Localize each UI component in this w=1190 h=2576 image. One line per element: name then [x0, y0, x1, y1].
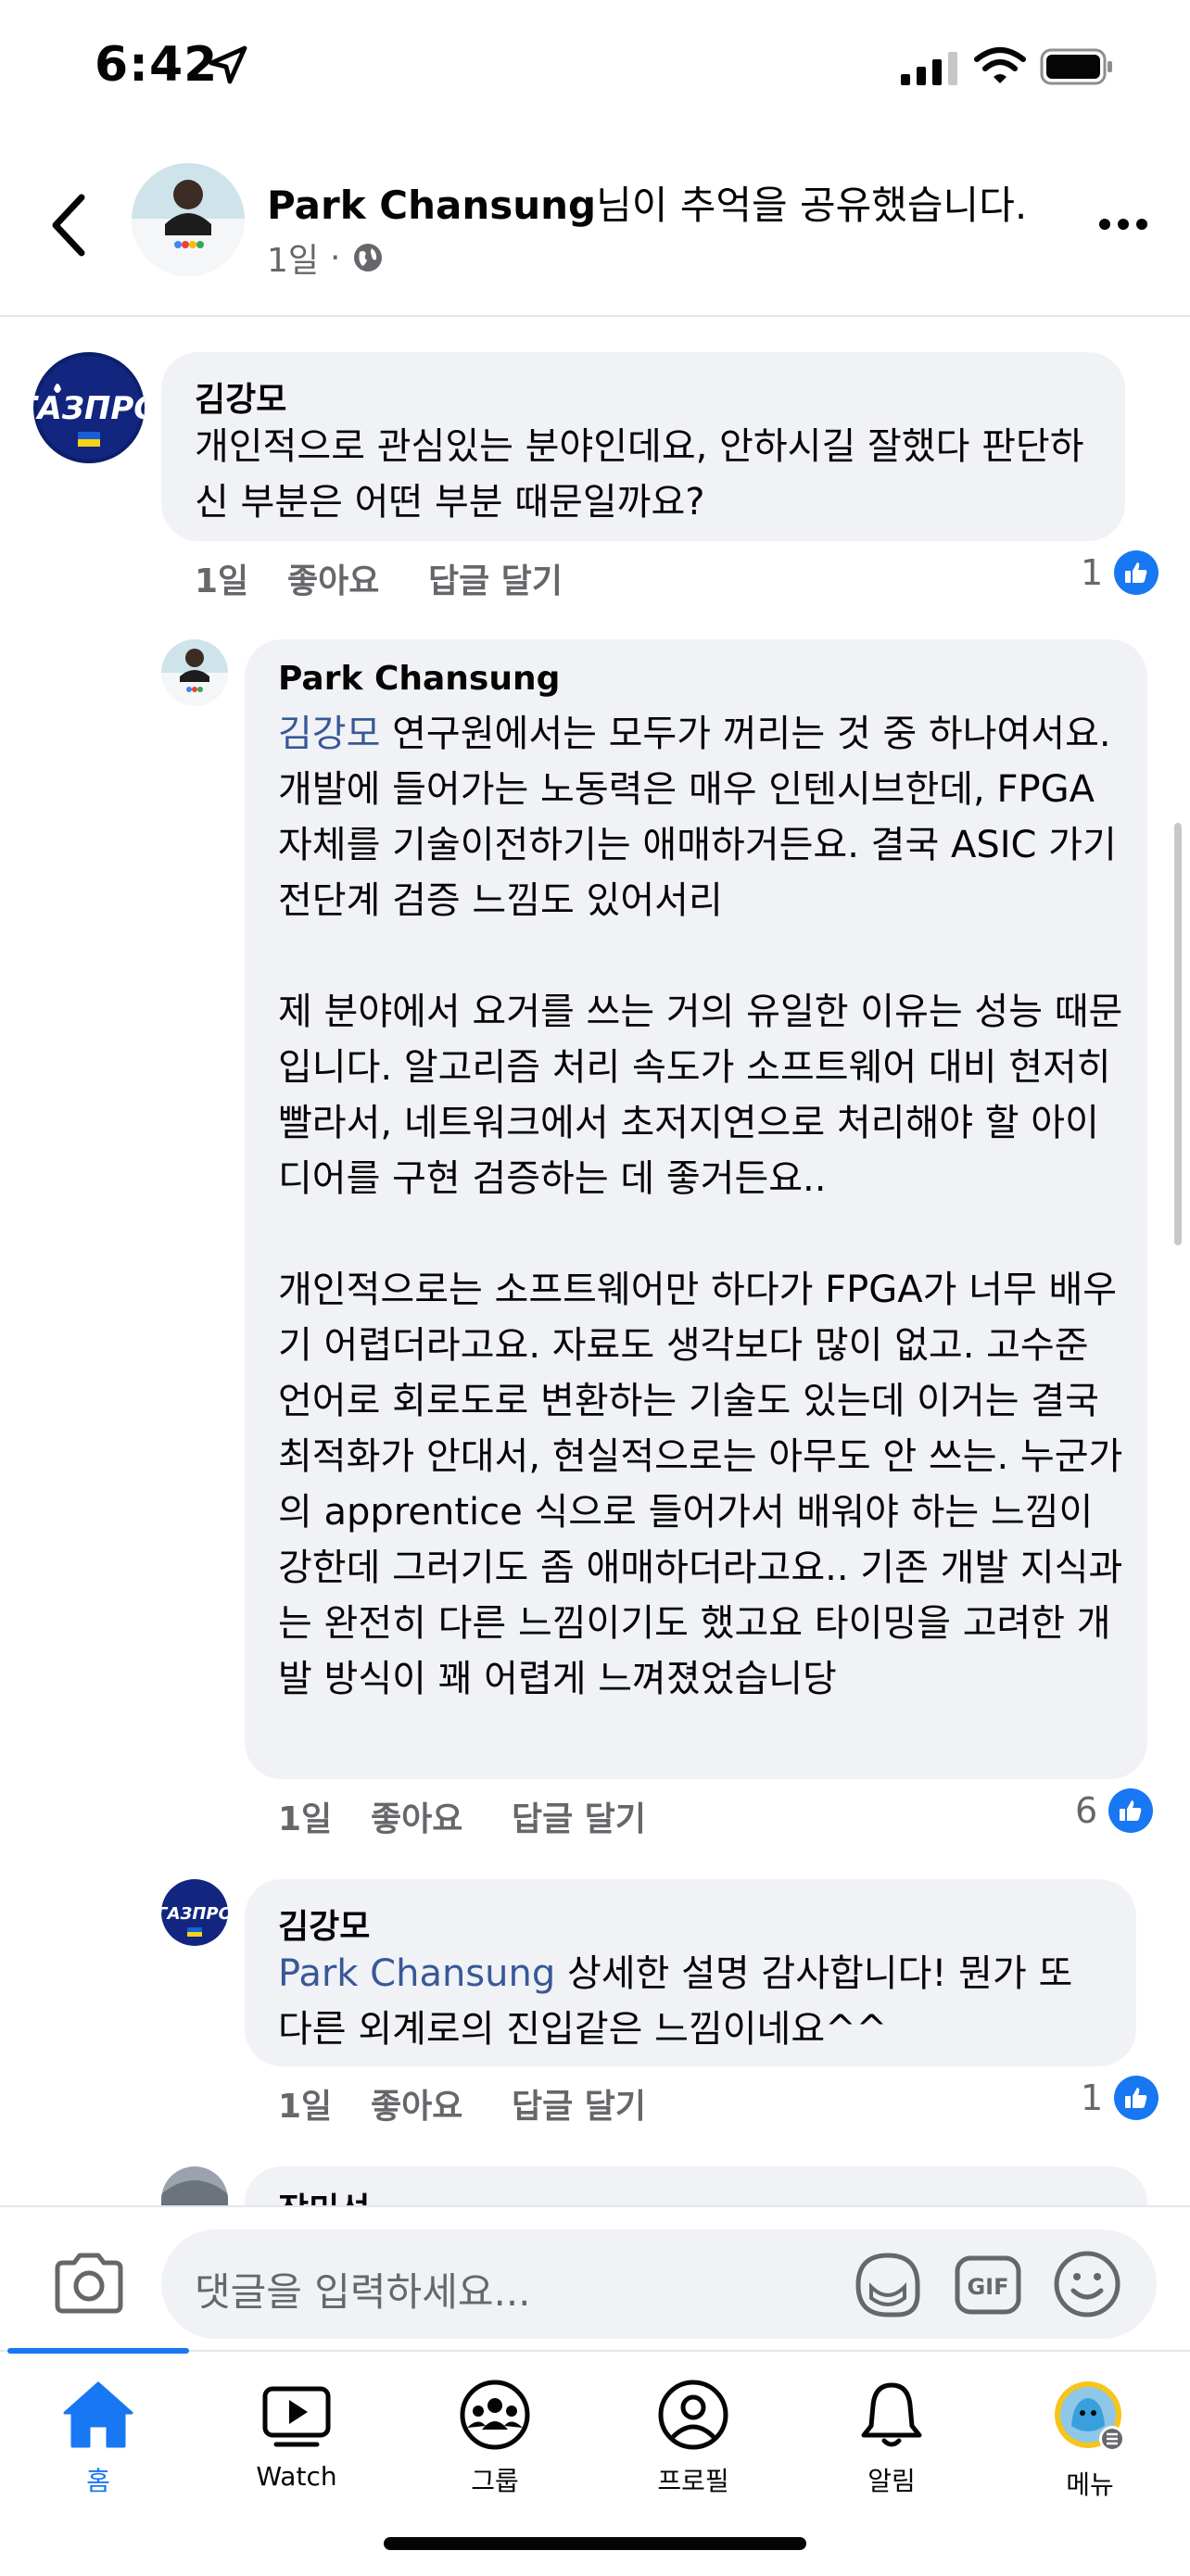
bottom-tab-bar: 홈 Watch 그룹 프로필 알림 메뉴 [0, 2348, 1190, 2576]
like-button[interactable]: 좋아요 [371, 1792, 462, 1840]
gif-icon[interactable]: GIF [955, 2255, 1021, 2315]
profile-icon [658, 2380, 728, 2450]
comment-bubble: 김강모 개인적으로 관심있는 분야인데요, 안하시길 잘했다 판단하신 부분은 … [161, 352, 1125, 541]
author-avatar[interactable] [132, 163, 245, 276]
post-meta: 1일 · [267, 234, 385, 282]
meta-separator: · [330, 238, 341, 277]
reply-avatar[interactable]: ГАЗПРО [161, 1879, 228, 1946]
camera-icon[interactable] [52, 2252, 126, 2315]
thumbs-up-icon [1108, 1788, 1154, 1833]
reply-author[interactable]: Park Chansung [278, 660, 560, 698]
reply-bubble: 장미선 [245, 2166, 1147, 2205]
comment-text: 개인적으로 관심있는 분야인데요, 안하시길 잘했다 판단하신 부분은 어떤 부… [195, 425, 1084, 524]
comment-composer: 댓글을 입력하세요... GIF [0, 2205, 1190, 2346]
tab-label: Watch [256, 2461, 337, 2492]
back-arrow-icon[interactable] [46, 190, 89, 260]
tab-label: 메뉴 [1066, 2469, 1114, 2500]
like-count: 1 [1081, 2077, 1104, 2118]
tab-menu[interactable]: 메뉴 [1016, 2380, 1164, 2502]
location-arrow-icon [209, 45, 247, 84]
reply-button[interactable]: 답글 달기 [512, 1792, 646, 1840]
svg-text:ГАЗПРО: ГАЗПРО [33, 390, 145, 427]
scrollbar[interactable] [1174, 823, 1182, 1245]
reply-bubble: Park Chansung 김강모 연구원에서는 모두가 꺼리는 것 중 하나여… [245, 639, 1147, 1779]
status-time: 6:42 [95, 37, 219, 93]
post-title-suffix: 님이 추억을 공유했습니다. [596, 183, 1028, 228]
battery-icon [1040, 48, 1112, 85]
comment-age: 1일 [195, 562, 249, 600]
tab-groups[interactable]: 그룹 [421, 2380, 569, 2498]
post-header: Park Chansung님이 추억을 공유했습니다. 1일 · [0, 139, 1190, 317]
like-button[interactable]: 좋아요 [287, 554, 379, 602]
tab-home[interactable]: 홈 [24, 2380, 172, 2498]
emoji-icon[interactable] [1053, 2250, 1121, 2318]
reply-avatar[interactable] [161, 2166, 228, 2205]
tab-label: 프로필 [657, 2466, 729, 2496]
like-count: 6 [1075, 1790, 1098, 1831]
reply-age: 1일 [278, 2088, 333, 2126]
post-age: 1일 [267, 242, 320, 280]
reply-bubble: 김강모 Park Chansung 상세한 설명 감사합니다! 뭔가 또 다른 … [245, 1879, 1136, 2066]
reply-age: 1일 [278, 1800, 333, 1838]
comment-author[interactable]: 김강모 [195, 373, 286, 421]
post-title: Park Chansung님이 추억을 공유했습니다. [267, 174, 1027, 231]
menu-avatar-icon [1055, 2381, 1125, 2452]
watch-icon [262, 2386, 331, 2447]
reply-button[interactable]: 답글 달기 [428, 554, 563, 602]
tab-label: 그룹 [471, 2466, 519, 2496]
sticker-icon[interactable] [853, 2250, 923, 2320]
reply-author[interactable]: 장미선 [278, 2183, 370, 2205]
tab-label: 알림 [867, 2466, 916, 2496]
comment-input-placeholder: 댓글을 입력하세요... [195, 2269, 531, 2315]
tab-label: 홈 [86, 2466, 110, 2496]
thumbs-up-icon [1114, 2076, 1159, 2120]
reply-text: 김강모 연구원에서는 모두가 꺼리는 것 중 하나여서요. 개발에 들어가는 노… [278, 706, 1127, 1707]
commenter-avatar[interactable]: ГАЗПРО [33, 352, 145, 463]
home-indicator [384, 2537, 806, 2550]
mention-link[interactable]: 김강모 [278, 713, 380, 755]
status-bar: 6:42 [0, 0, 1190, 139]
tab-watch[interactable]: Watch [222, 2380, 371, 2492]
mention-link[interactable]: Park Chansung [278, 1952, 555, 1995]
reaction-count[interactable]: 1 [1081, 2076, 1159, 2120]
reply-body: 연구원에서는 모두가 꺼리는 것 중 하나여서요. 개발에 들어가는 노동력은 … [278, 713, 1123, 1700]
reaction-count[interactable]: 1 [1081, 550, 1159, 595]
like-button[interactable]: 좋아요 [371, 2079, 462, 2128]
more-options-icon[interactable] [1097, 215, 1149, 234]
reply-text: Park Chansung 상세한 설명 감사합니다! 뭔가 또 다른 외계로의… [278, 1946, 1112, 2057]
reply-button[interactable]: 답글 달기 [512, 2079, 646, 2128]
reply-avatar[interactable] [161, 639, 228, 706]
tab-notifications[interactable]: 알림 [817, 2380, 966, 2498]
reply-author[interactable]: 김강모 [278, 1900, 370, 1948]
globe-icon [354, 244, 383, 271]
thumbs-up-icon [1114, 550, 1159, 595]
bell-icon [861, 2382, 922, 2447]
active-tab-indicator [7, 2348, 189, 2354]
groups-icon [460, 2380, 530, 2450]
svg-text:ГАЗПРО: ГАЗПРО [161, 1904, 228, 1924]
cellular-signal-icon [901, 52, 957, 85]
home-icon [63, 2381, 133, 2448]
like-count: 1 [1081, 552, 1104, 593]
wifi-icon [974, 47, 1026, 83]
reaction-count[interactable]: 6 [1075, 1788, 1154, 1833]
svg-text:GIF: GIF [967, 2274, 1008, 2300]
comment-input[interactable]: 댓글을 입력하세요... GIF [161, 2229, 1157, 2339]
post-author-name[interactable]: Park Chansung [267, 183, 596, 228]
tab-profile[interactable]: 프로필 [619, 2380, 767, 2498]
